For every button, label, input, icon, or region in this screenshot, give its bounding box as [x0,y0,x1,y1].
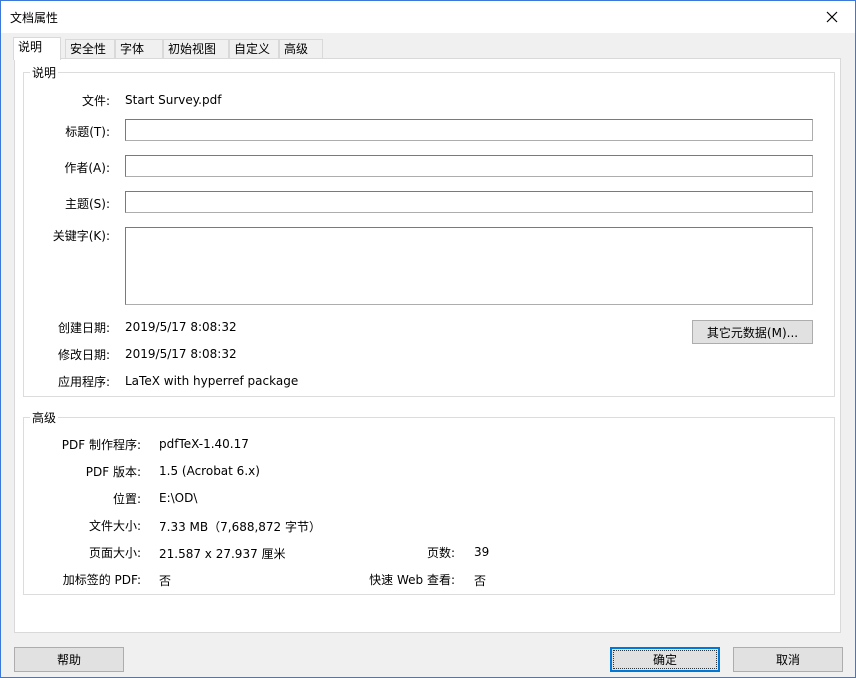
document-properties-dialog: 文档属性 说明 安全性 字体 初始视图 自定义 高级 说明 文件: Start … [0,0,856,678]
page-count-value: 39 [474,545,490,559]
producer-label: PDF 制作程序: [61,438,141,452]
application-value: LaTeX with hyperref package [125,374,299,388]
description-group: 说明 文件: Start Survey.pdf 标题(T): 作者(A): 主题… [23,64,835,397]
close-icon [826,11,838,22]
keywords-label: 关键字(K): [52,229,110,243]
tab-fonts[interactable]: 字体 [115,39,163,59]
file-value: Start Survey.pdf [125,93,222,107]
advanced-legend: 高级 [30,409,59,426]
title-label: 标题(T): [65,125,110,139]
file-size-value: 7.33 MB（7,688,872 字节） [159,520,322,534]
keywords-field[interactable] [125,227,813,305]
help-button[interactable]: 帮助 [14,647,124,672]
fast-web-view-label: 快速 Web 查看: [369,573,455,587]
file-label: 文件: [81,94,110,108]
title-field[interactable] [125,119,813,141]
author-field[interactable] [125,155,813,177]
dialog-title: 文档属性 [10,11,59,25]
tab-description[interactable]: 说明 [13,37,61,60]
fast-web-view-value: 否 [474,574,487,588]
tab-initial-view[interactable]: 初始视图 [163,39,229,59]
tagged-pdf-value: 否 [159,574,172,588]
modified-value: 2019/5/17 8:08:32 [125,347,237,361]
ok-button[interactable]: 确定 [610,647,720,672]
tagged-pdf-label: 加标签的 PDF: [62,573,141,587]
producer-value: pdfTeX-1.40.17 [159,437,249,451]
application-label: 应用程序: [57,375,110,389]
tab-security[interactable]: 安全性 [65,39,115,59]
page-size-label: 页面大小: [88,546,141,560]
pdf-version-value: 1.5 (Acrobat 6.x) [159,464,260,478]
modified-label: 修改日期: [57,348,110,362]
created-value: 2019/5/17 8:08:32 [125,320,237,334]
pdf-version-label: PDF 版本: [85,465,141,479]
description-legend: 说明 [30,64,59,81]
file-size-label: 文件大小: [88,519,141,533]
tab-custom[interactable]: 自定义 [229,39,279,59]
subject-label: 主题(S): [64,197,110,211]
advanced-group: 高级 PDF 制作程序: pdfTeX-1.40.17 PDF 版本: 1.5 … [23,409,835,595]
page-count-label: 页数: [426,546,455,560]
title-bar: 文档属性 [1,1,855,33]
close-button[interactable] [809,1,855,32]
location-value: E:\OD\ [159,491,198,505]
created-label: 创建日期: [57,321,110,335]
tab-advanced[interactable]: 高级 [279,39,323,59]
author-label: 作者(A): [64,161,110,175]
cancel-button[interactable]: 取消 [733,647,843,672]
location-label: 位置: [112,492,141,506]
subject-field[interactable] [125,191,813,213]
additional-metadata-button[interactable]: 其它元数据(M)... [692,320,813,344]
page-size-value: 21.587 x 27.937 厘米 [159,547,286,561]
tab-panel-description: 说明 文件: Start Survey.pdf 标题(T): 作者(A): 主题… [14,58,841,633]
